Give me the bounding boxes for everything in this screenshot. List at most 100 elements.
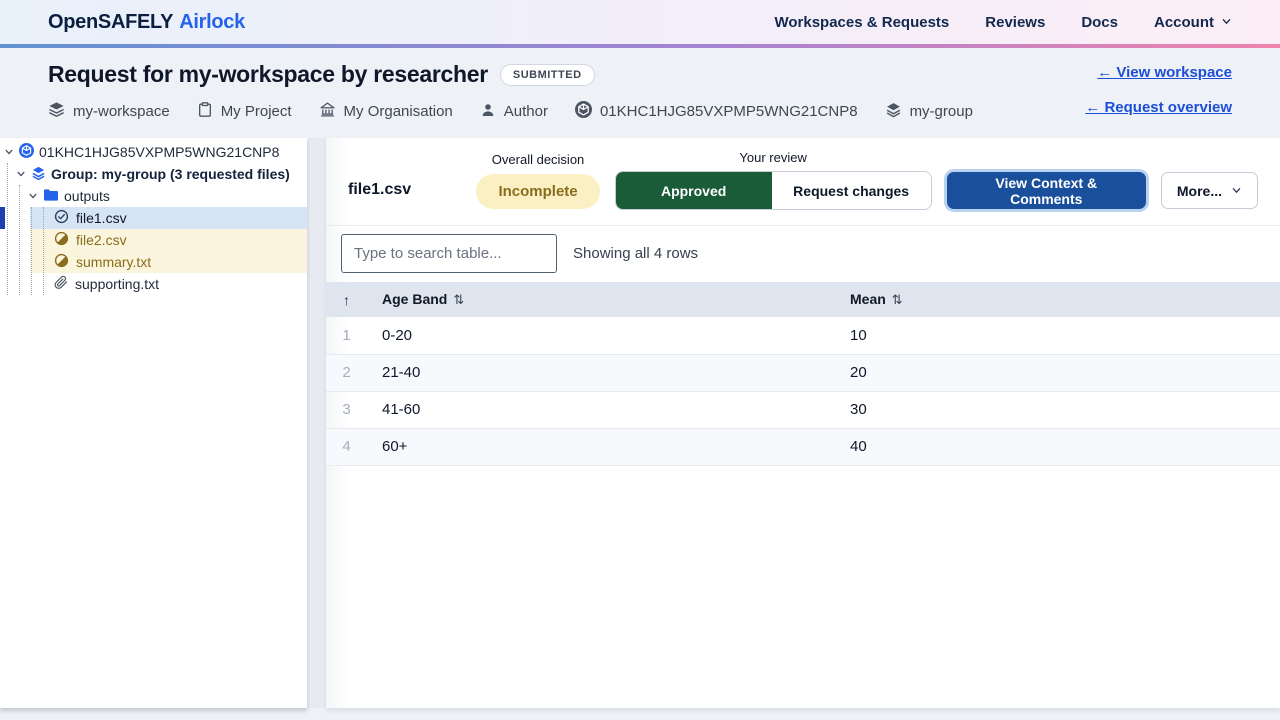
cell-mean: 40: [835, 428, 1280, 465]
tree-file-file2[interactable]: file2.csv: [30, 229, 307, 251]
chevron-down-icon: [1231, 183, 1242, 199]
tree-indent-guide: [19, 185, 20, 295]
table-row: 1 0-20 10: [326, 317, 1280, 354]
group-layers-icon: [31, 165, 46, 183]
tree-file-label: summary.txt: [76, 254, 151, 270]
cell-age-band: 41-60: [367, 391, 835, 428]
meta-organisation: My Organisation: [319, 101, 453, 122]
row-number: 2: [326, 354, 367, 391]
sort-ascending-icon: ↑: [343, 292, 350, 308]
chevron-down-icon[interactable]: [4, 144, 14, 160]
tree-file-label: file1.csv: [76, 210, 127, 226]
tree-root-label: 01KHC1HJG85VXPMP5WNG21CNP8: [39, 144, 279, 160]
tree-indent-guide: [7, 163, 8, 295]
approve-button[interactable]: Approved: [616, 172, 772, 209]
tree-node-group[interactable]: Group: my-group (3 requested files): [0, 163, 307, 185]
tree-group-label: Group: my-group (3 requested files): [51, 166, 290, 182]
tree-file-supporting[interactable]: supporting.txt: [30, 273, 307, 295]
file-tree: 01KHC1HJG85VXPMP5WNG21CNP8 Group: my-gro…: [0, 138, 307, 295]
clipboard-icon: [197, 101, 213, 122]
request-changes-button[interactable]: Request changes: [772, 172, 931, 209]
tree-indent-guide: [43, 207, 44, 295]
overall-decision-label: Overall decision: [492, 152, 585, 167]
tree-file-summary[interactable]: summary.txt: [30, 251, 307, 273]
group-layers-icon: [885, 101, 902, 122]
nav-reviews[interactable]: Reviews: [985, 14, 1045, 31]
title-row: Request for my-workspace by researcher S…: [48, 61, 1232, 88]
row-number: 4: [326, 428, 367, 465]
brand-primary: OpenSAFELY: [48, 11, 173, 34]
meta-group: my-group: [885, 101, 973, 122]
overall-decision-badge: Incomplete: [476, 174, 599, 209]
nav-account-label: Account: [1154, 14, 1214, 31]
panel-resize-handle[interactable]: [307, 138, 326, 708]
table-row: 4 60+ 40: [326, 428, 1280, 465]
pending-review-icon: [54, 231, 69, 249]
table-toolbar: Showing all 4 rows: [326, 226, 1280, 282]
table-row: 3 41-60 30: [326, 391, 1280, 428]
request-id-icon: [19, 143, 34, 161]
folder-icon: [43, 188, 59, 205]
content-layout: 01KHC1HJG85VXPMP5WNG21CNP8 Group: my-gro…: [0, 138, 1280, 708]
nav-items: Workspaces & Requests Reviews Docs Accou…: [774, 14, 1232, 31]
cell-age-band: 21-40: [367, 354, 835, 391]
page-header: Request for my-workspace by researcher S…: [0, 48, 1280, 122]
top-nav: OpenSAFELY Airlock Workspaces & Requests…: [0, 0, 1280, 44]
meta-author: Author: [480, 102, 548, 122]
chevron-down-icon[interactable]: [16, 166, 26, 182]
brand-secondary: Airlock: [179, 11, 245, 34]
check-circle-icon: [54, 209, 69, 227]
tree-node-request-root[interactable]: 01KHC1HJG85VXPMP5WNG21CNP8: [0, 141, 307, 163]
user-icon: [480, 102, 496, 122]
request-meta-row: my-workspace My Project My Organisation …: [48, 101, 1232, 122]
file-review-panel: file1.csv Overall decision Incomplete Yo…: [326, 138, 1280, 708]
sort-icon: ⇅: [453, 292, 464, 307]
file-title: file1.csv: [348, 181, 476, 199]
tree-node-outputs-folder[interactable]: outputs: [0, 185, 307, 207]
file-review-header: file1.csv Overall decision Incomplete Yo…: [326, 138, 1280, 226]
meta-project-label: My Project: [221, 103, 292, 120]
search-input[interactable]: [341, 234, 557, 273]
meta-author-label: Author: [504, 103, 548, 120]
data-table: ↑ Age Band⇅ Mean⇅ 1 0-20 10 2: [326, 282, 1280, 466]
your-review-label: Your review: [739, 150, 806, 165]
pending-review-icon: [54, 253, 69, 271]
meta-request-id-label: 01KHC1HJG85VXPMP5WNG21CNP8: [600, 103, 858, 120]
view-context-comments-button[interactable]: View Context & Comments: [947, 172, 1146, 209]
page-title: Request for my-workspace by researcher: [48, 61, 488, 88]
nav-account-menu[interactable]: Account: [1154, 14, 1232, 31]
tree-indent-guide: [31, 207, 32, 295]
column-header-mean[interactable]: Mean⇅: [835, 282, 1280, 317]
organisation-icon: [319, 101, 336, 122]
tree-file-file1[interactable]: file1.csv: [30, 207, 307, 229]
your-review-group: Your review Approved Request changes: [616, 150, 931, 209]
cell-mean: 20: [835, 354, 1280, 391]
brand-logo[interactable]: OpenSAFELY Airlock: [48, 11, 245, 34]
request-overview-link[interactable]: ← Request overview: [1085, 99, 1232, 116]
column-header-age-band[interactable]: Age Band⇅: [367, 282, 835, 317]
meta-workspace: my-workspace: [48, 101, 170, 122]
overall-decision-group: Overall decision Incomplete: [476, 152, 599, 209]
meta-group-label: my-group: [910, 103, 973, 120]
rows-summary: Showing all 4 rows: [573, 245, 698, 262]
chevron-down-icon[interactable]: [28, 188, 38, 204]
meta-organisation-label: My Organisation: [344, 103, 453, 120]
nav-docs[interactable]: Docs: [1081, 14, 1118, 31]
paperclip-icon: [54, 275, 68, 293]
cell-mean: 30: [835, 391, 1280, 428]
request-id-icon: [575, 101, 592, 122]
status-badge: SUBMITTED: [500, 64, 595, 86]
nav-workspaces-requests[interactable]: Workspaces & Requests: [774, 14, 949, 31]
more-button[interactable]: More...: [1161, 172, 1258, 209]
cell-age-band: 60+: [367, 428, 835, 465]
cell-age-band: 0-20: [367, 317, 835, 354]
row-number: 1: [326, 317, 367, 354]
chevron-down-icon: [1221, 14, 1232, 31]
row-number-sort-header[interactable]: ↑: [326, 282, 367, 317]
view-workspace-link[interactable]: ← View workspace: [1097, 64, 1232, 81]
table-row: 2 21-40 20: [326, 354, 1280, 391]
selected-file-indicator: [0, 207, 5, 229]
layers-icon: [48, 101, 65, 122]
cell-mean: 10: [835, 317, 1280, 354]
tree-file-label: file2.csv: [76, 232, 127, 248]
